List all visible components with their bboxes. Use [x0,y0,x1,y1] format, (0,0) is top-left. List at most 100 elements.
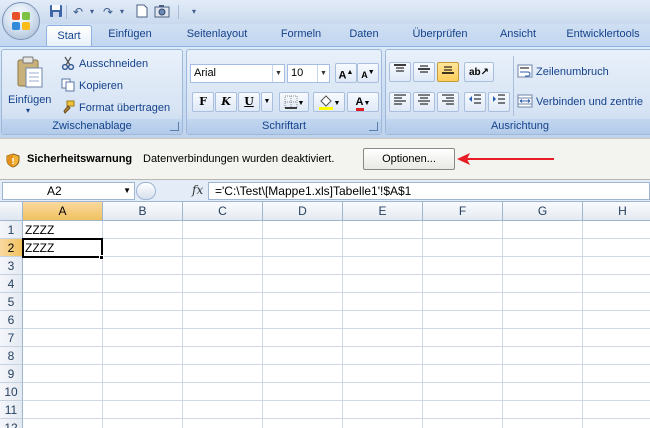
shield-icon: ! [6,153,20,168]
merge-center-label: Verbinden und zentrie [536,96,644,108]
row-header-1[interactable]: 1 [0,221,23,239]
align-top-button[interactable] [389,62,411,82]
svg-text:!: ! [11,157,15,166]
copy-label: Kopieren [79,80,124,92]
shrink-font-button[interactable]: A▼ [357,63,379,83]
undo-dropdown-icon[interactable]: ▾ [84,4,100,20]
row-header-2[interactable]: 2 [0,239,23,257]
row-header-5[interactable]: 5 [0,293,23,311]
camera-icon[interactable] [154,4,170,20]
row-header-4[interactable]: 4 [0,275,23,293]
dialog-launcher-icon[interactable] [170,122,179,131]
grid-lines [23,221,650,428]
worksheet-grid[interactable]: ABCDEFGH 1 2 3 4 5 6 7 8 9 10 11 12 ZZZZ ZZZZ [0,202,650,428]
tab-ansicht[interactable]: Ansicht [492,24,544,46]
increase-indent-icon [493,94,505,104]
merge-center-button[interactable]: Verbinden und zentrie [517,92,643,112]
font-color-button[interactable]: A▼ [347,92,379,112]
increase-indent-button[interactable] [488,92,510,112]
tab-formeln[interactable]: Formeln [270,24,332,46]
wrap-text-label: Zeilenumbruch [536,66,609,78]
row-header-9[interactable]: 9 [0,365,23,383]
paste-button[interactable]: Einfügen ▾ [4,52,56,116]
align-center-icon [418,94,430,105]
font-name-value: Arial [194,67,217,79]
formula-bar: A2 ▼ fx ='C:\Test\[Mappe1.xls]Tabelle1'!… [0,180,650,202]
align-middle-button[interactable] [413,62,435,82]
office-logo-icon [12,12,30,30]
underline-button[interactable]: U [238,92,260,112]
font-name-combo[interactable]: Arial ▼ [190,64,285,83]
row-header-6[interactable]: 6 [0,311,23,329]
chevron-down-icon[interactable]: ▼ [123,183,131,199]
row-header-7[interactable]: 7 [0,329,23,347]
chevron-down-icon[interactable]: ▼ [317,65,329,82]
align-right-button[interactable] [437,92,459,112]
decrease-indent-icon [469,94,481,104]
decrease-indent-button[interactable] [464,92,486,112]
column-header-g[interactable]: G [503,202,583,221]
formula-input[interactable]: ='C:\Test\[Mappe1.xls]Tabelle1'!$A$1 [208,182,650,200]
save-icon[interactable] [48,4,64,20]
tab-einfuegen[interactable]: Einfügen [98,24,162,46]
borders-button[interactable]: ▼ [279,92,309,112]
redo-dropdown-icon[interactable]: ▾ [114,4,130,20]
wrap-text-button[interactable]: Zeilenumbruch [517,62,609,82]
fill-handle[interactable] [99,255,104,260]
dialog-launcher-icon[interactable] [369,122,378,131]
align-right-icon [442,94,454,105]
chevron-down-icon[interactable]: ▼ [261,92,273,112]
row-header-10[interactable]: 10 [0,383,23,401]
row-header-11[interactable]: 11 [0,401,23,419]
font-size-value: 10 [291,67,304,79]
format-painter-button[interactable]: Format übertragen [60,98,170,118]
column-header-f[interactable]: F [423,202,503,221]
column-header-b[interactable]: B [103,202,183,221]
select-all-corner[interactable] [0,202,23,221]
column-header-a[interactable]: A [23,202,103,221]
column-header-c[interactable]: C [183,202,263,221]
cell-a1[interactable]: ZZZZ [25,221,54,239]
paste-label: Einfügen [8,94,52,106]
font-color-icon: A [355,96,364,111]
office-button[interactable] [2,2,40,40]
options-button[interactable]: Optionen... [363,148,455,170]
font-size-combo[interactable]: 10 ▼ [287,64,330,83]
orientation-button[interactable]: ab↗ [464,62,494,82]
clipboard-group: Einfügen ▾ Ausschneiden Kopieren Format … [1,49,183,135]
tab-start[interactable]: Start [46,25,92,47]
italic-button[interactable]: K [215,92,237,112]
row-header-12[interactable]: 12 [0,419,23,428]
insert-function-button[interactable]: fx [192,183,203,197]
tab-entwicklertools[interactable]: Entwicklertools [556,24,650,46]
cut-button[interactable]: Ausschneiden [60,54,148,74]
align-center-button[interactable] [413,92,435,112]
customize-toolbar-icon[interactable]: ▾ [186,4,202,20]
formula-bar-resize-handle[interactable] [136,182,156,200]
bold-button[interactable]: F [192,92,214,112]
active-cell-border [22,238,103,258]
tab-ueberpruefen[interactable]: Überprüfen [400,24,480,46]
tab-daten[interactable]: Daten [340,24,388,46]
scissors-icon [60,56,76,72]
chevron-down-icon: ▾ [26,106,31,115]
row-header-3[interactable]: 3 [0,257,23,275]
column-header-d[interactable]: D [263,202,343,221]
grow-font-button[interactable]: A▲ [335,63,357,83]
name-box[interactable]: A2 ▼ [2,182,135,200]
chevron-down-icon[interactable]: ▼ [272,65,284,82]
align-bottom-button[interactable] [437,62,459,82]
column-header-h[interactable]: H [583,202,650,221]
copy-icon [60,78,76,94]
row-header-8[interactable]: 8 [0,347,23,365]
separator [66,5,67,19]
align-left-button[interactable] [389,92,411,112]
copy-button[interactable]: Kopieren [60,76,123,96]
column-header-e[interactable]: E [343,202,423,221]
align-left-icon [394,94,406,105]
fill-color-button[interactable]: ▼ [313,92,345,112]
align-middle-icon [418,65,430,73]
borders-icon [284,95,298,109]
new-document-icon[interactable] [134,4,150,20]
tab-seitenlayout[interactable]: Seitenlayout [176,24,258,46]
